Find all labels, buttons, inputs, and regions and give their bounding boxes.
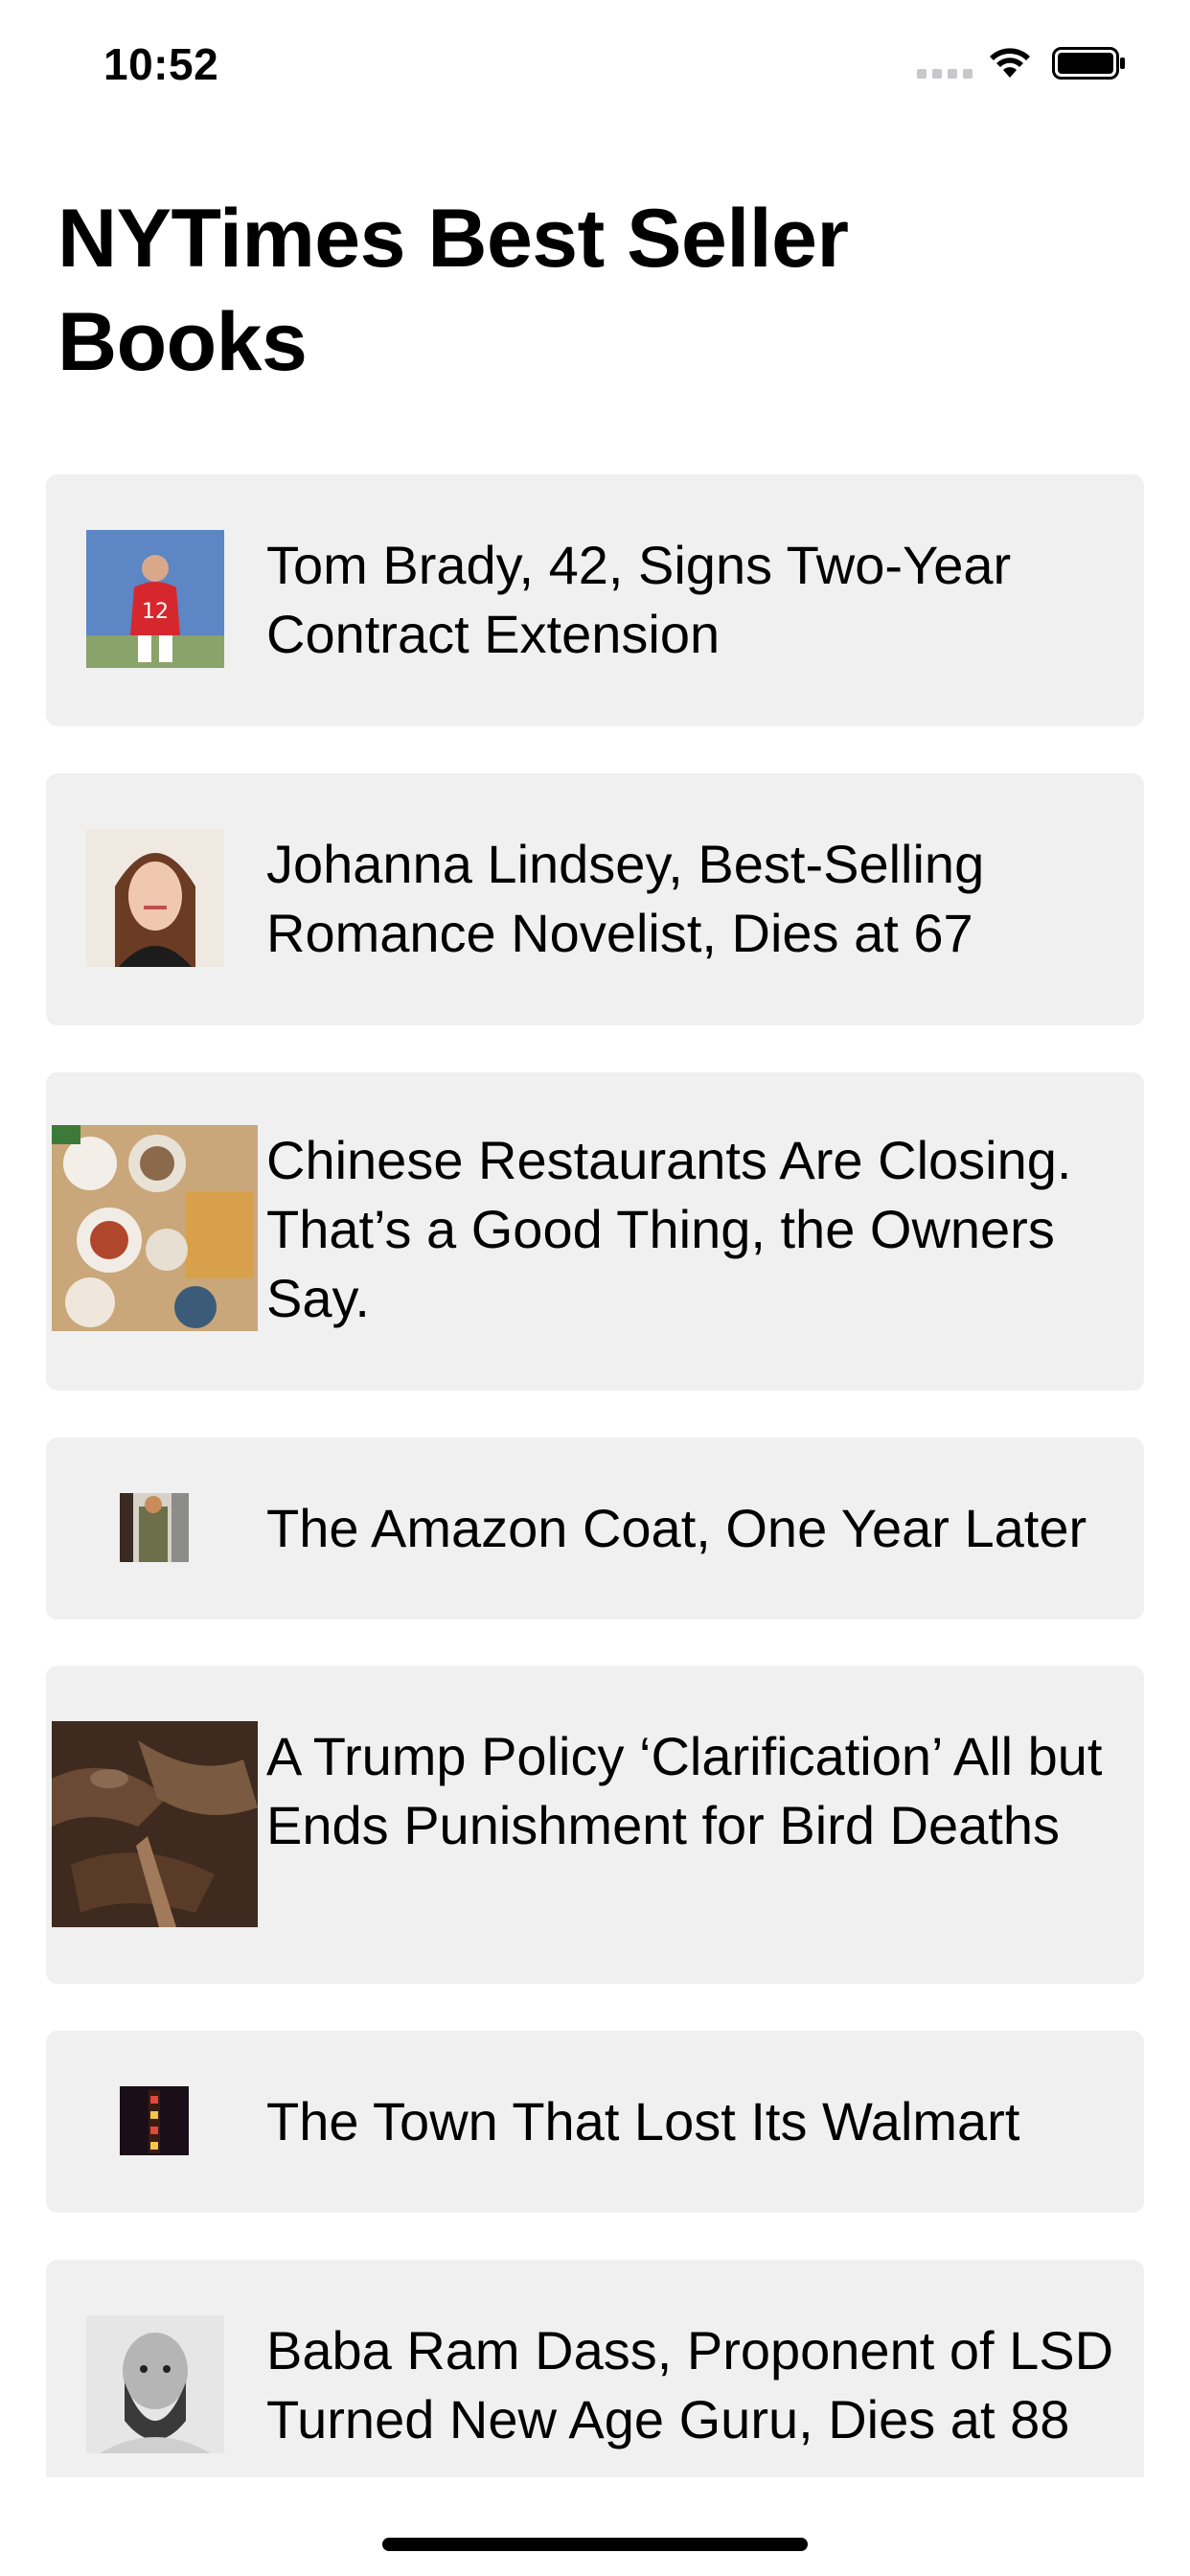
article-thumbnail xyxy=(52,1721,258,1927)
article-card[interactable]: Chinese Restaurants Are Closing. That’s … xyxy=(46,1072,1144,1391)
article-card[interactable]: The Town That Lost Its Walmart xyxy=(46,2031,1144,2213)
article-headline: Chinese Restaurants Are Closing. That’s … xyxy=(266,1130,1072,1328)
article-thumbnail xyxy=(120,2086,189,2155)
article-headline: Tom Brady, 42, Signs Two-Year Contract E… xyxy=(266,535,1012,664)
article-thumbnail xyxy=(86,829,224,967)
article-card[interactable]: Baba Ram Dass, Proponent of LSD Turned N… xyxy=(46,2260,1144,2477)
article-headline: A Trump Policy ‘Clarification’ All but E… xyxy=(266,1726,1103,1855)
article-card[interactable]: A Trump Policy ‘Clarification’ All but E… xyxy=(46,1666,1144,1984)
article-headline: Johanna Lindsey, Best-Selling Romance No… xyxy=(266,834,985,963)
article-card[interactable]: Johanna Lindsey, Best-Selling Romance No… xyxy=(46,773,1144,1025)
article-headline: The Amazon Coat, One Year Later xyxy=(266,1498,1087,1558)
article-card[interactable]: 12 Tom Brady, 42, Signs Two-Year Contrac… xyxy=(46,474,1144,726)
home-indicator[interactable] xyxy=(382,2538,808,2551)
article-thumbnail xyxy=(52,1125,258,1331)
article-headline: Baba Ram Dass, Proponent of LSD Turned N… xyxy=(266,2320,1114,2450)
svg-text:12: 12 xyxy=(142,600,169,624)
article-card[interactable]: The Amazon Coat, One Year Later xyxy=(46,1438,1144,1620)
article-thumbnail xyxy=(86,2315,224,2453)
article-thumbnail xyxy=(120,1493,189,1562)
article-thumbnail: 12 xyxy=(86,530,224,668)
article-headline: The Town That Lost Its Walmart xyxy=(266,2091,1020,2151)
article-list[interactable]: 12 Tom Brady, 42, Signs Two-Year Contrac… xyxy=(0,0,1190,2477)
